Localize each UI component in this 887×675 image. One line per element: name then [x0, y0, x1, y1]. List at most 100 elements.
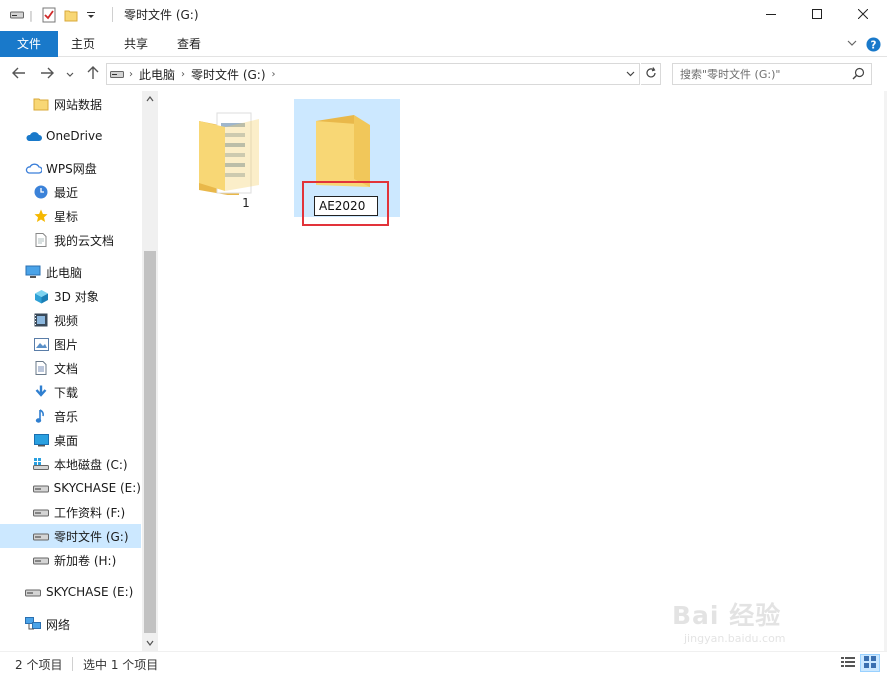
up-button[interactable] [84, 65, 102, 83]
details-view-button[interactable] [838, 654, 858, 672]
picture-icon [32, 336, 50, 352]
maximize-icon [812, 8, 822, 22]
nav-item-temp-files-g[interactable]: 零时文件 (G:) [0, 524, 141, 548]
minimize-button[interactable] [748, 0, 794, 30]
drive-icon [32, 528, 50, 544]
folder-icon [32, 96, 50, 112]
help-icon[interactable]: ? [865, 36, 881, 52]
nav-item-label: 工作资料 (F:) [54, 505, 126, 520]
nav-item-label: SKYCHASE (E:) [53, 481, 141, 495]
nav-item-label: WPS网盘 [46, 161, 97, 176]
nav-item-starred[interactable]: 星标 [0, 204, 141, 228]
breadcrumb-separator[interactable]: › [127, 69, 135, 80]
desktop-icon [32, 432, 50, 448]
drive-icon[interactable] [8, 7, 26, 23]
nav-scrollbar[interactable] [142, 91, 158, 651]
breadcrumb-this-pc[interactable]: 此电脑 [135, 66, 179, 83]
windows-drive-icon [32, 456, 50, 472]
qa-dropdown-icon[interactable] [84, 7, 98, 23]
nav-item-my-cloud-docs[interactable]: 我的云文档 [0, 228, 141, 252]
search-icon[interactable] [852, 67, 865, 83]
drive-icon [24, 584, 42, 600]
nav-item-new-volume-h[interactable]: 新加卷 (H:) [0, 548, 141, 572]
scroll-up-icon[interactable] [142, 91, 158, 107]
scroll-down-icon[interactable] [142, 635, 158, 651]
nav-item-downloads[interactable]: 下载 [0, 380, 141, 404]
expand-ribbon-icon[interactable] [845, 36, 859, 50]
ribbon: 文件 主页 共享 查看 ? [0, 30, 887, 57]
tab-home[interactable]: 主页 [60, 31, 106, 57]
arrow-left-icon [12, 67, 26, 82]
search-box[interactable] [672, 63, 872, 85]
breadcrumb-current-drive[interactable]: 零时文件 (G:) [187, 66, 270, 83]
folder-item-1[interactable]: 1 [193, 99, 299, 217]
scrollbar-thumb[interactable] [144, 251, 156, 633]
nav-item-wps-cloud[interactable]: WPS网盘 [0, 156, 141, 180]
nav-item-videos[interactable]: 视频 [0, 308, 141, 332]
item-count: 2 个项目 [15, 658, 63, 672]
drive-icon [32, 480, 50, 496]
address-history-dropdown-icon[interactable] [621, 71, 639, 77]
document-icon [32, 232, 50, 248]
star-icon [32, 208, 50, 224]
nav-item-label: 图片 [54, 337, 79, 352]
nav-item-documents[interactable]: 文档 [0, 356, 141, 380]
nav-item-onedrive[interactable]: OneDrive [0, 124, 141, 148]
nav-item-label: 星标 [54, 209, 79, 224]
nav-item-work-files-f[interactable]: 工作资料 (F:) [0, 500, 141, 524]
clock-icon [32, 184, 50, 200]
properties-icon[interactable] [40, 7, 58, 23]
maximize-button[interactable] [794, 0, 840, 30]
nav-item-3d-objects[interactable]: 3D 对象 [0, 284, 141, 308]
folder-with-documents-icon [195, 105, 261, 198]
nav-item-label: 本地磁盘 (C:) [54, 457, 128, 472]
nav-item-recent[interactable]: 最近 [0, 180, 141, 204]
refresh-button[interactable] [641, 63, 661, 85]
navigation-pane: 网站数据 OneDrive WPS网盘 最近 星标 我的云文档 此电脑 3D 对… [0, 91, 158, 651]
breadcrumb-separator[interactable]: › [270, 69, 278, 80]
nav-item-label: SKYCHASE (E:) [46, 585, 134, 599]
back-button[interactable] [10, 65, 28, 83]
nav-item-website-data[interactable]: 网站数据 [0, 92, 141, 116]
nav-item-pictures[interactable]: 图片 [0, 332, 141, 356]
title-separator [112, 7, 113, 22]
nav-item-label: 文档 [54, 361, 79, 376]
address-row: › 此电脑 › 零时文件 (G:) › [0, 57, 887, 91]
cube-3d-icon [32, 288, 50, 304]
nav-item-local-disk-c[interactable]: 本地磁盘 (C:) [0, 452, 141, 476]
file-list[interactable]: 1 AE2020 [158, 91, 887, 651]
music-icon [32, 408, 50, 424]
selection-count: 选中 1 个项目 [83, 658, 159, 672]
breadcrumb-separator[interactable]: › [179, 69, 187, 80]
nav-item-label: 新加卷 (H:) [54, 553, 117, 568]
chevron-down-icon [66, 67, 74, 81]
nav-item-label: 最近 [54, 185, 79, 200]
nav-item-music[interactable]: 音乐 [0, 404, 141, 428]
nav-item-label: 零时文件 (G:) [54, 529, 129, 544]
close-button[interactable] [840, 0, 886, 30]
tab-view[interactable]: 查看 [166, 31, 212, 57]
nav-item-skychase-e[interactable]: SKYCHASE (E:) [0, 476, 141, 500]
nav-item-label: 网站数据 [54, 97, 103, 112]
nav-item-network[interactable]: 网络 [0, 612, 141, 636]
download-icon [32, 384, 50, 400]
nav-item-label: 桌面 [54, 433, 79, 448]
nav-item-label: 网络 [46, 617, 71, 632]
nav-item-skychase-e-removable[interactable]: SKYCHASE (E:) [0, 580, 141, 604]
qa-separator: | [29, 8, 33, 22]
nav-item-desktop[interactable]: 桌面 [0, 428, 141, 452]
search-input[interactable] [673, 64, 843, 84]
network-icon [24, 616, 42, 632]
large-icons-view-button[interactable] [860, 654, 880, 672]
status-separator [72, 657, 73, 671]
tab-file[interactable]: 文件 [0, 31, 58, 57]
nav-item-this-pc[interactable]: 此电脑 [0, 260, 141, 284]
nav-item-label: 视频 [54, 313, 79, 328]
recent-locations-button[interactable] [63, 65, 77, 83]
address-bar[interactable]: › 此电脑 › 零时文件 (G:) › [106, 63, 640, 85]
tab-share[interactable]: 共享 [113, 31, 159, 57]
large-icons-view-icon [864, 655, 876, 671]
drive-icon [107, 70, 127, 79]
forward-button[interactable] [38, 65, 56, 83]
new-folder-icon[interactable] [62, 7, 80, 23]
